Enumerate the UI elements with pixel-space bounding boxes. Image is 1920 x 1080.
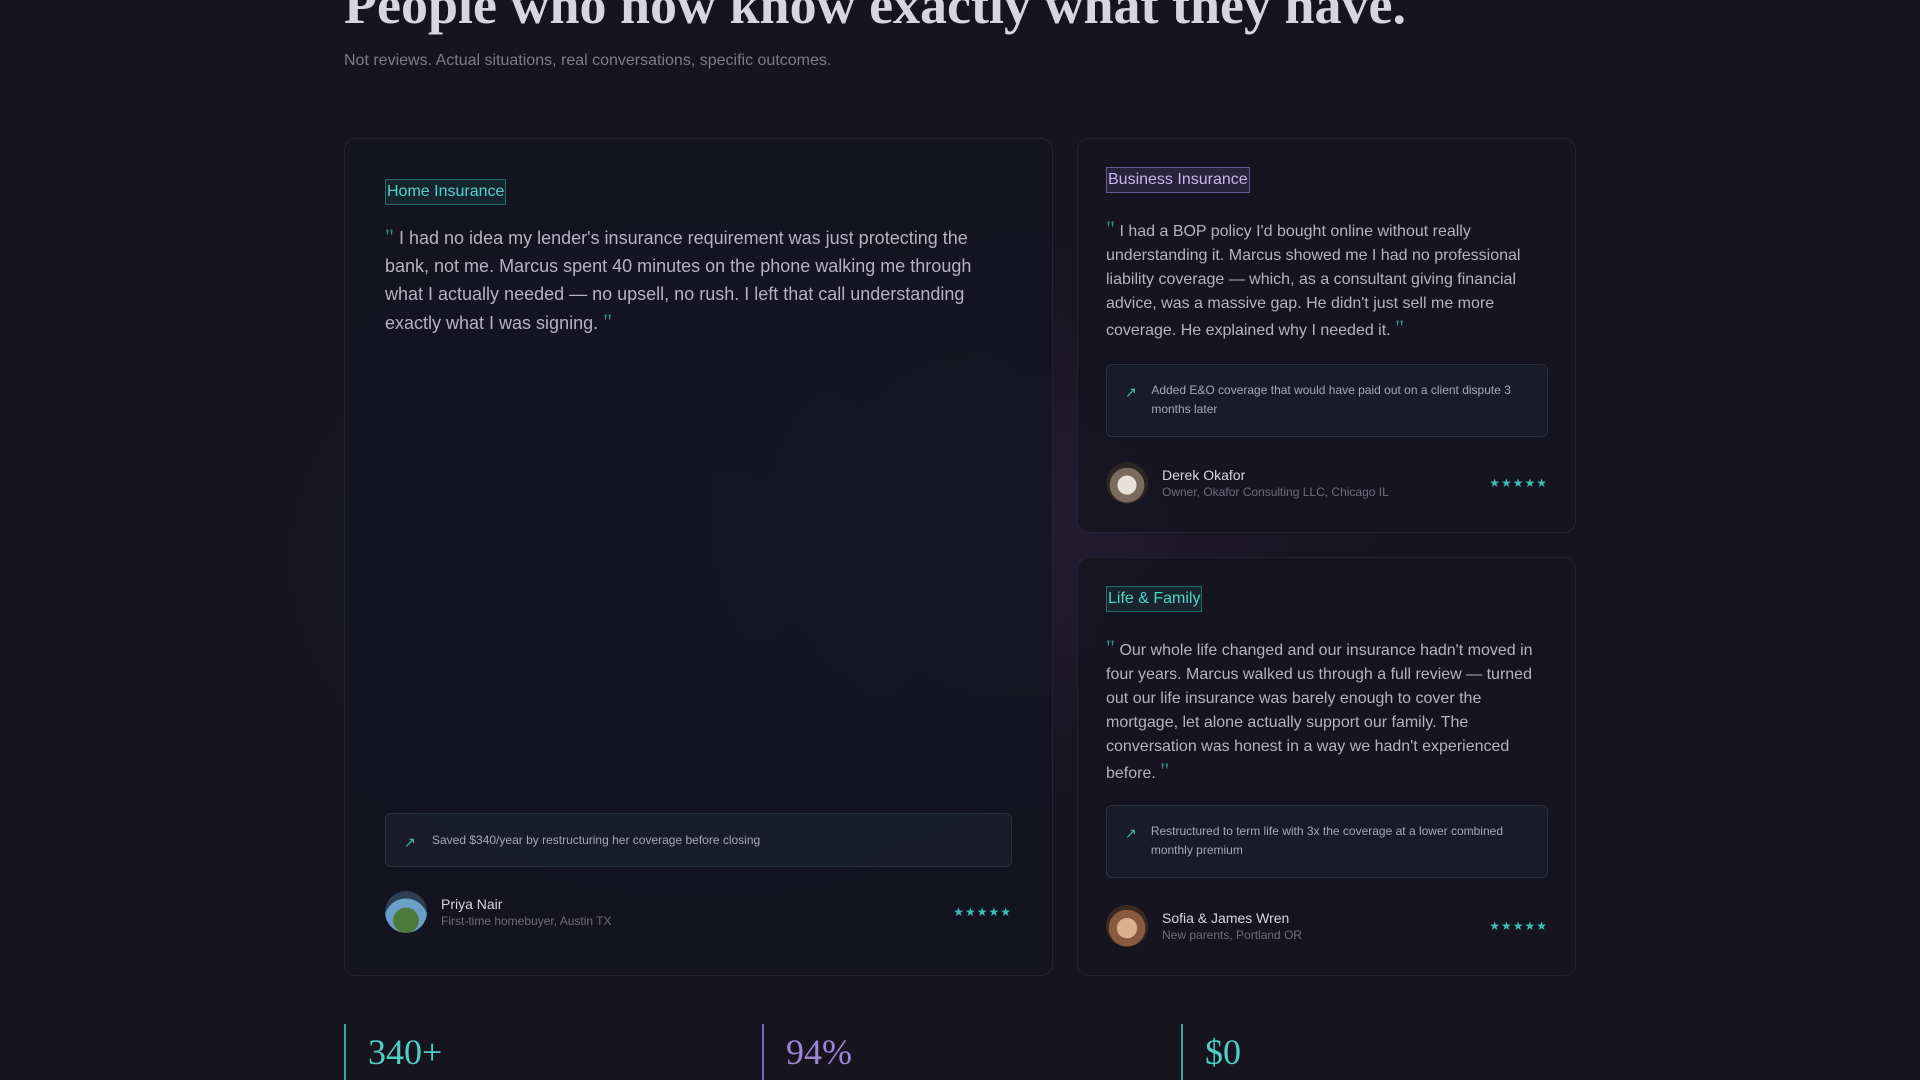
author-role: New parents, Portland OR xyxy=(1162,927,1303,942)
trending-up-icon: ↗ xyxy=(404,834,416,850)
author-row: Derek Okafor Owner, Okafor Consulting LL… xyxy=(1106,462,1548,504)
stat-cost: $0 xyxy=(1181,1024,1241,1080)
quote-close-icon: " xyxy=(603,309,613,334)
testimonial-card-business: Business Insurance " I had a BOP policy … xyxy=(1077,138,1576,533)
stat-percentage: 94% xyxy=(762,1024,852,1080)
outcome-box: ↗ Saved $340/year by restructuring her c… xyxy=(385,813,1012,867)
quote-open-icon: " xyxy=(1106,635,1115,660)
author-name: Priya Nair xyxy=(441,895,503,912)
author-name: Derek Okafor xyxy=(1162,466,1246,483)
outcome-text: Saved $340/year by restructuring her cov… xyxy=(432,833,761,847)
trending-up-icon: ↗ xyxy=(1125,384,1137,400)
author-row: Sofia & James Wren New parents, Portland… xyxy=(1106,905,1548,947)
outcome-text: Added E&O coverage that would have paid … xyxy=(1151,383,1511,416)
outcome-box: ↗ Added E&O coverage that would have pai… xyxy=(1106,364,1548,437)
stat-clients: 340+ xyxy=(344,1024,442,1080)
quote-close-icon: " xyxy=(1395,315,1405,340)
quote-text: I had no idea my lender's insurance requ… xyxy=(385,228,972,333)
avatar xyxy=(1106,905,1148,947)
trending-up-icon: ↗ xyxy=(1125,825,1137,841)
testimonial-card-life: Life & Family " Our whole life changed a… xyxy=(1077,557,1576,976)
category-tag: Life & Family xyxy=(1106,586,1203,612)
author-role: Owner, Okafor Consulting LLC, Chicago IL xyxy=(1162,484,1389,499)
quote-close-icon: " xyxy=(1160,758,1170,783)
quote-open-icon: " xyxy=(385,224,394,249)
testimonials-section: People who now know exactly what they ha… xyxy=(0,0,1920,1080)
author-name: Sofia & James Wren xyxy=(1162,909,1290,926)
author-row: Priya Nair First-time homebuyer, Austin … xyxy=(385,891,1012,933)
section-headline: People who now know exactly what they ha… xyxy=(344,0,1406,35)
author-role: First-time homebuyer, Austin TX xyxy=(441,913,612,928)
quote-text: Our whole life changed and our insurance… xyxy=(1106,642,1533,782)
quote-text: I had a BOP policy I'd bought online wit… xyxy=(1106,223,1521,339)
category-tag: Business Insurance xyxy=(1106,167,1250,193)
testimonial-quote: " I had no idea my lender's insurance re… xyxy=(385,223,985,337)
category-tag: Home Insurance xyxy=(385,179,507,205)
outcome-box: ↗ Restructured to term life with 3x the … xyxy=(1106,805,1548,878)
testimonial-quote: " Our whole life changed and our insuran… xyxy=(1106,636,1546,786)
section-subhead: Not reviews. Actual situations, real con… xyxy=(344,52,832,69)
avatar xyxy=(385,891,427,933)
star-rating: ★★★★★ xyxy=(1489,476,1548,490)
outcome-text: Restructured to term life with 3x the co… xyxy=(1150,824,1503,857)
testimonial-card-home: Home Insurance " I had no idea my lender… xyxy=(344,138,1053,976)
star-rating: ★★★★★ xyxy=(953,905,1012,919)
avatar xyxy=(1106,462,1148,504)
quote-open-icon: " xyxy=(1106,216,1115,241)
star-rating: ★★★★★ xyxy=(1489,919,1548,933)
testimonial-quote: " I had a BOP policy I'd bought online w… xyxy=(1106,217,1546,343)
